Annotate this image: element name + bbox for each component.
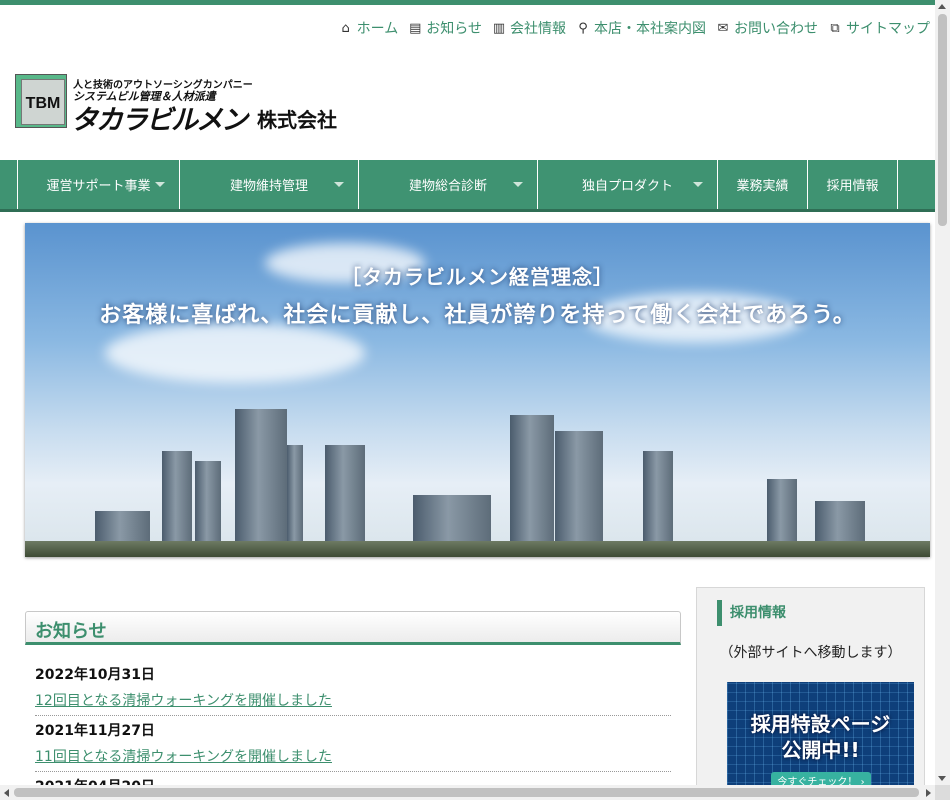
util-link-label: お知らせ — [426, 21, 482, 37]
news-date: 2022年10月31日 — [35, 667, 155, 683]
util-link-contact[interactable]: ✉ お問い合わせ — [716, 18, 818, 38]
util-link-label: 本店・本社案内図 — [594, 21, 706, 37]
hero-title-label: ［タカラビルメン経営理念］ — [341, 265, 614, 289]
nav-item-building-diagnosis[interactable]: 建物総合診断 — [358, 160, 537, 209]
util-link-access[interactable]: ⚲ 本店・本社案内図 — [576, 18, 706, 38]
vertical-scrollbar[interactable] — [935, 0, 950, 785]
util-link-label: 会社情報 — [510, 21, 566, 37]
nav-item-building-maintenance[interactable]: 建物維持管理 — [179, 160, 358, 209]
news-item-link[interactable]: 11回目となる清掃ウォーキングを開催しました — [35, 742, 671, 772]
nav-item-label: 建物総合診断 — [408, 179, 487, 194]
nav-item-recruit[interactable]: 採用情報 — [807, 160, 898, 209]
site-logo[interactable]: TBM 人と技術のアウトソーシングカンパニー システムビル管理＆人材派遣 タカラ… — [15, 74, 365, 136]
horizontal-scrollbar[interactable] — [0, 785, 935, 800]
sitemap-icon: ⧉ — [830, 20, 840, 36]
util-link-label: ホーム — [356, 21, 399, 37]
sidebar-recruit: 採用情報 （外部サイトへ移動します） 採用特設ページ 公開中!! 今すぐチェック… — [696, 587, 925, 800]
util-link-company[interactable]: ▥ 会社情報 — [492, 18, 566, 38]
hero-banner: ［タカラビルメン経営理念］ お客様に喜ばれ、社会に貢献し、社員が誇りを持って働く… — [25, 223, 930, 557]
sidebar-note: （外部サイトへ移動します） — [719, 645, 902, 661]
cloud-decoration — [105, 323, 365, 383]
util-link-news[interactable]: ▤ お知らせ — [408, 18, 482, 38]
util-link-label: お問い合わせ — [734, 21, 818, 37]
home-icon: ⌂ — [341, 20, 350, 36]
logo-company-suffix: 株式会社 — [257, 108, 337, 132]
banner-line2: 公開中!! — [781, 738, 860, 762]
nav-item-achievements[interactable]: 業務実績 — [717, 160, 807, 209]
news-date: 2021年11月27日 — [35, 723, 155, 739]
envelope-icon: ✉ — [717, 20, 729, 36]
top-accent-stripe — [0, 0, 950, 5]
news-list: 2022年10月31日 12回目となる清掃ウォーキングを開催しました 2021年… — [35, 660, 671, 786]
util-link-sitemap[interactable]: ⧉ サイトマップ — [828, 18, 930, 38]
hero-title-philosophy: お客様に喜ばれ、社会に貢献し、社員が誇りを持って働く会社であろう。 — [99, 303, 856, 328]
news-item-link[interactable]: 12回目となる清掃ウォーキングを開催しました — [35, 686, 671, 716]
nav-item-label: 独自プロダクト — [581, 179, 673, 194]
banner-line1: 採用特設ページ — [750, 712, 891, 736]
caret-down-icon — [155, 182, 165, 187]
utility-nav: ⌂ ホーム ▤ お知らせ ▥ 会社情報 ⚲ 本店・本社案内図 ✉ お問い合わせ ⧉ サイトマ… — [339, 18, 930, 38]
recruit-banner[interactable]: 採用特設ページ 公開中!! 今すぐチェック！ › — [727, 682, 914, 800]
nav-item-label: 採用情報 — [826, 179, 879, 194]
nav-item-label: 建物維持管理 — [229, 179, 308, 194]
main-nav: 運営サポート事業 建物維持管理 建物総合診断 独自プロダクト 業務実績 採用情報 — [0, 160, 935, 212]
util-link-home[interactable]: ⌂ ホーム — [339, 18, 399, 38]
scroll-down-arrow-icon[interactable] — [938, 776, 946, 781]
news-date: 2021年04月20日 — [35, 772, 671, 786]
caret-down-icon — [334, 182, 344, 187]
map-marker-icon: ⚲ — [578, 20, 588, 36]
scroll-up-arrow-icon[interactable] — [938, 4, 946, 9]
news-heading: お知らせ — [35, 621, 107, 642]
ground-strip — [25, 541, 930, 557]
logo-company-name: タカラビルメン — [71, 105, 248, 136]
caret-down-icon — [693, 182, 703, 187]
scroll-right-arrow-icon[interactable] — [926, 789, 931, 797]
scrollbar-corner — [935, 785, 950, 800]
building-silhouette — [235, 409, 287, 557]
building-silhouette — [555, 431, 603, 557]
newspaper-icon: ▤ — [409, 20, 422, 36]
nav-item-operation-support[interactable]: 運営サポート事業 — [17, 160, 179, 209]
nav-item-label: 運営サポート事業 — [46, 179, 151, 194]
building-silhouette — [510, 415, 554, 557]
logo-mark: TBM — [15, 74, 67, 128]
nav-item-products[interactable]: 独自プロダクト — [537, 160, 717, 209]
horizontal-scroll-thumb[interactable] — [14, 788, 919, 797]
building-icon: ▥ — [492, 20, 506, 36]
vertical-scroll-thumb[interactable] — [938, 14, 947, 226]
sidebar-heading: 採用情報 — [717, 600, 786, 626]
caret-down-icon — [513, 182, 523, 187]
nav-item-label: 業務実績 — [736, 179, 789, 194]
logo-mark-text: TBM — [21, 79, 65, 125]
news-section-header: お知らせ — [25, 611, 681, 645]
util-link-label: サイトマップ — [846, 21, 930, 37]
scroll-left-arrow-icon[interactable] — [4, 789, 9, 797]
